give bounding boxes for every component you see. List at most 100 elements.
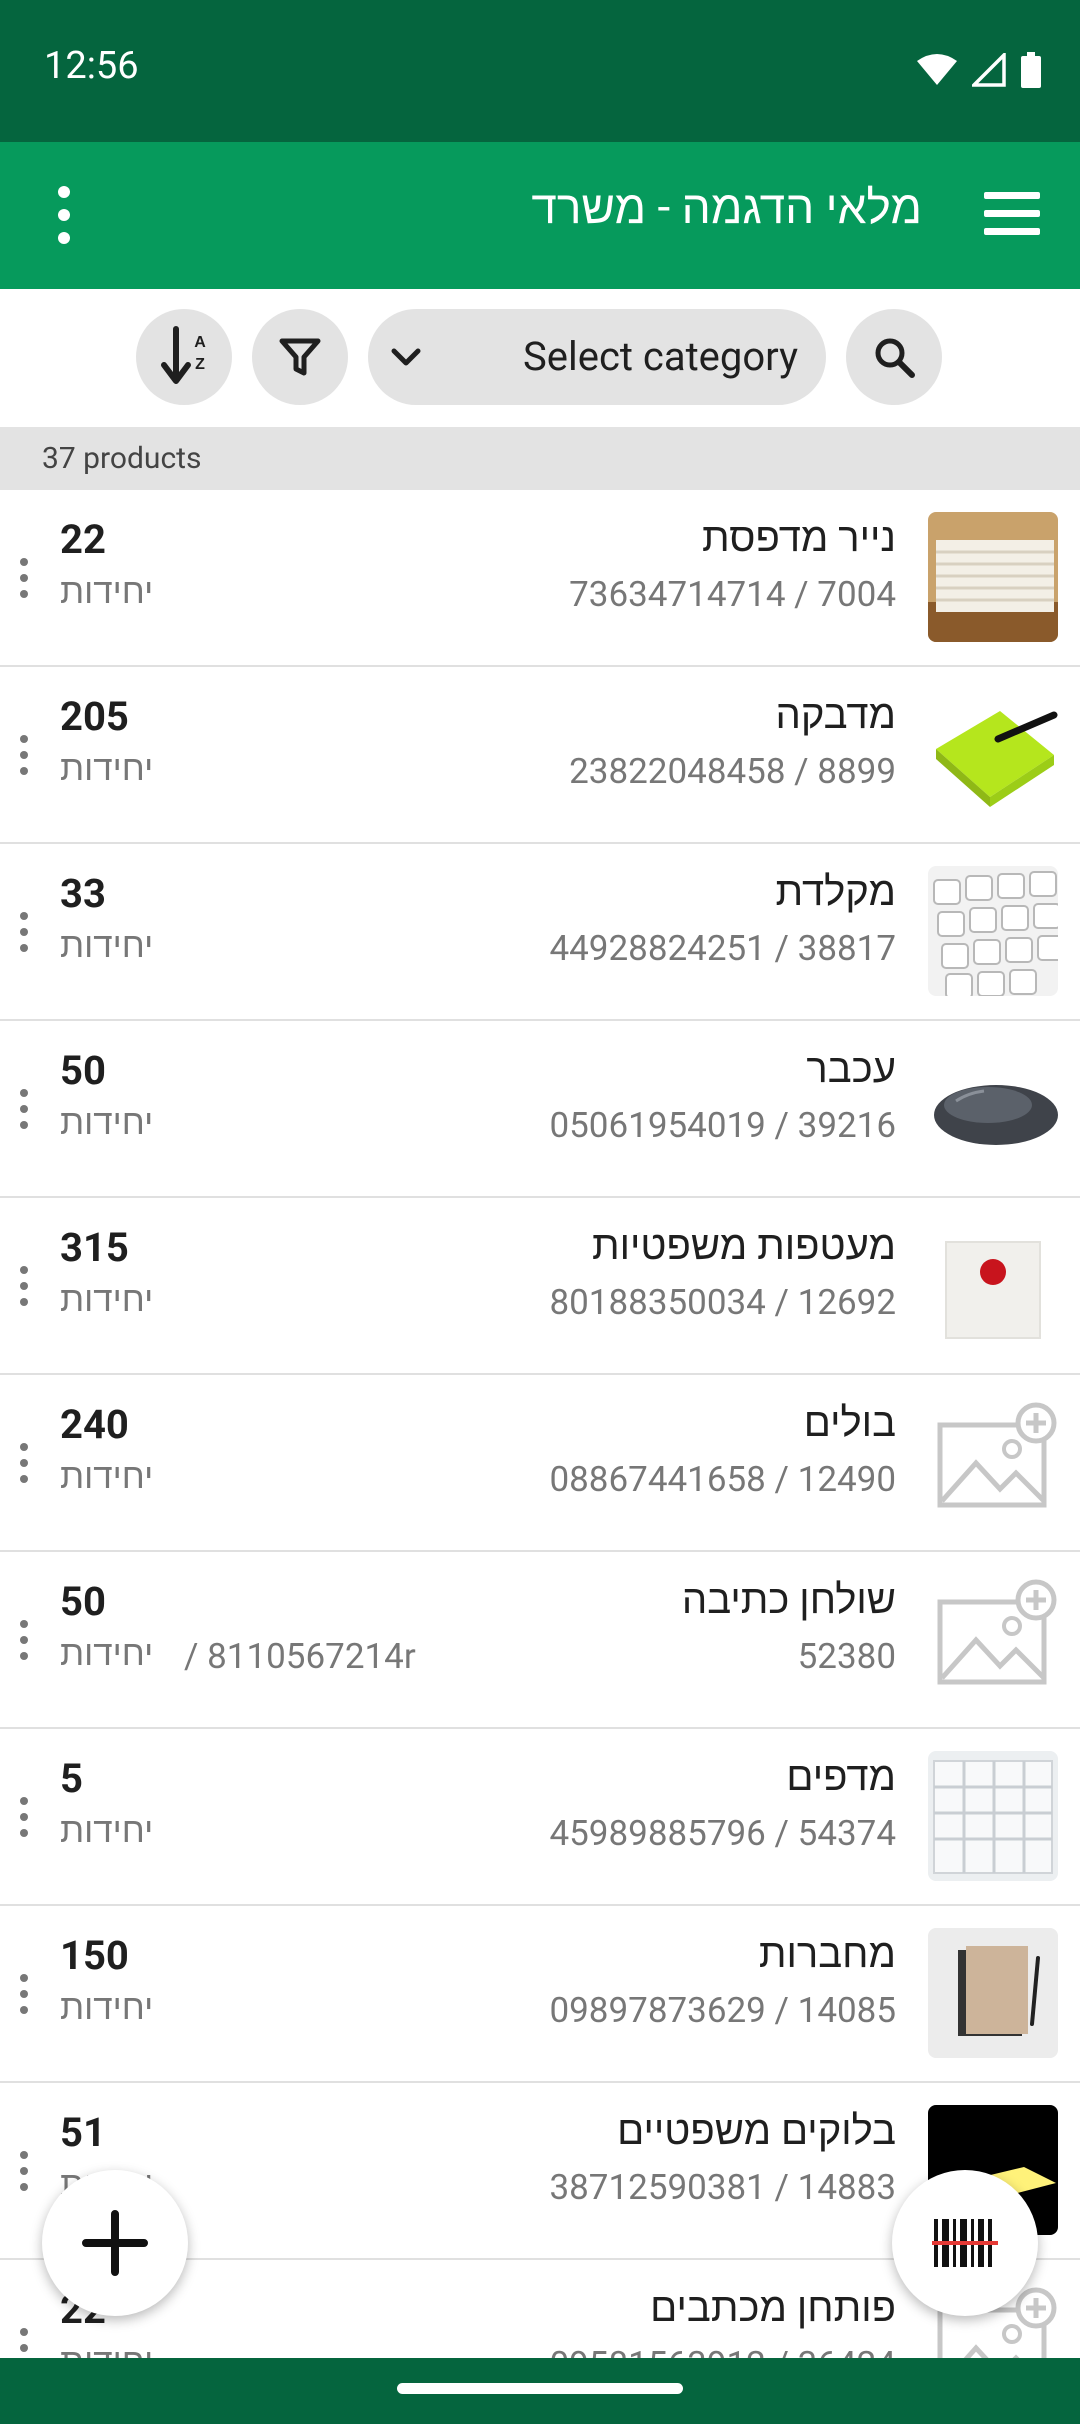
product-quantity: 50 <box>60 1047 106 1094</box>
wifi-icon <box>917 54 957 85</box>
svg-text:Z: Z <box>195 356 205 373</box>
product-unit: יחידות <box>60 748 154 789</box>
product-quantity: 240 <box>60 1401 129 1448</box>
product-name: מדפים <box>786 1753 896 1800</box>
filter-button[interactable] <box>252 309 348 405</box>
product-image-notebook[interactable] <box>928 1928 1058 2058</box>
product-name: מקלדת <box>775 868 897 915</box>
add-product-button[interactable] <box>42 2170 188 2316</box>
home-gesture-handle[interactable] <box>397 2383 683 2394</box>
product-quantity: 51 <box>60 2109 106 2156</box>
product-codes: 45989885796 / 54374 <box>549 1813 896 1854</box>
product-name: בלוקים משפטיים <box>617 2107 896 2154</box>
row-options-icon[interactable] <box>14 556 34 600</box>
search-button[interactable] <box>846 309 942 405</box>
product-row[interactable]: 50 יחידות עכבר 05061954019 / 39216 <box>0 1021 1080 1198</box>
product-row[interactable]: 5 יחידות מדפים 45989885796 / 54374 <box>0 1729 1080 1906</box>
filter-icon <box>279 338 321 376</box>
product-row[interactable]: 205 יחידות מדבקה 23822048458 / 8899 <box>0 667 1080 844</box>
product-unit: יחידות <box>60 1633 154 1674</box>
row-options-icon[interactable] <box>14 1618 34 1662</box>
product-codes: 09581563912 / 36424 <box>549 2344 896 2358</box>
product-name: מדבקה <box>775 691 896 738</box>
product-unit: יחידות <box>60 925 154 966</box>
status-bar: 12:56 <box>0 0 1080 142</box>
status-time: 12:56 <box>44 44 139 88</box>
product-quantity: 50 <box>60 1578 106 1625</box>
product-quantity: 33 <box>60 870 106 917</box>
product-image-mouse[interactable] <box>928 1043 1058 1173</box>
product-name: עכבר <box>806 1045 896 1092</box>
product-unit: יחידות <box>60 1279 154 1320</box>
product-unit: יחידות <box>60 1810 154 1851</box>
product-unit: יחידות <box>60 1102 154 1143</box>
row-options-icon[interactable] <box>14 2326 34 2358</box>
product-codes: 23822048458 / 8899 <box>569 751 896 792</box>
product-code-extra: / 8110567214r <box>184 1636 416 1677</box>
row-options-icon[interactable] <box>14 1087 34 1131</box>
product-unit: יחידות <box>60 1987 154 2028</box>
sort-button[interactable]: A Z <box>136 309 232 405</box>
product-count-bar: 37 products <box>0 427 1080 490</box>
row-options-icon[interactable] <box>14 1441 34 1485</box>
row-options-icon[interactable] <box>14 1264 34 1308</box>
hamburger-menu-icon[interactable] <box>982 184 1042 244</box>
product-image-sticky-note[interactable] <box>928 689 1058 819</box>
row-options-icon[interactable] <box>14 2149 34 2193</box>
plus-icon <box>82 2210 148 2276</box>
product-quantity: 22 <box>60 516 106 563</box>
product-quantity: 315 <box>60 1224 129 1271</box>
chevron-down-icon <box>391 348 421 366</box>
product-codes: 52380 <box>797 1636 896 1677</box>
product-list: 22 יחידות נייר מדפסת 73634714714 / 7004 205 י… <box>0 490 1080 2358</box>
product-row[interactable]: 315 יחידות מעטפות משפטיות 80188350034 / 126… <box>0 1198 1080 1375</box>
product-image-envelope[interactable] <box>928 1220 1058 1350</box>
product-quantity: 205 <box>60 693 129 740</box>
product-name: מחברות <box>758 1930 896 1977</box>
row-options-icon[interactable] <box>14 910 34 954</box>
product-image-keyboard[interactable] <box>928 866 1058 996</box>
search-icon <box>875 338 915 378</box>
product-row[interactable]: 22 יחידות נייר מדפסת 73634714714 / 7004 <box>0 490 1080 667</box>
product-name: נייר מדפסת <box>702 514 896 561</box>
product-image-placeholder[interactable] <box>928 1397 1058 1527</box>
more-options-icon[interactable] <box>42 182 86 248</box>
product-quantity: 5 <box>60 1755 83 1802</box>
svg-text:A: A <box>194 334 206 351</box>
status-icons <box>916 52 1042 88</box>
product-codes: 05061954019 / 39216 <box>549 1105 896 1146</box>
product-row[interactable]: 50 יחידות שולחן כתיבה 52380 / 8110567214r <box>0 1552 1080 1729</box>
product-row[interactable]: 240 יחידות בולים 08867441658 / 12490 <box>0 1375 1080 1552</box>
product-codes: 80188350034 / 12692 <box>549 1282 896 1323</box>
sort-az-icon: A Z <box>161 326 206 384</box>
category-select[interactable]: Select category <box>368 309 826 405</box>
product-unit: יחידות <box>60 2341 153 2358</box>
product-count: 37 products <box>42 441 202 476</box>
product-unit: יחידות <box>60 571 154 612</box>
system-navigation-bar <box>0 2358 1080 2424</box>
row-options-icon[interactable] <box>14 1972 34 2016</box>
barcode-scan-button[interactable] <box>892 2170 1038 2316</box>
product-image-paper-stack[interactable] <box>928 512 1058 642</box>
product-codes: 73634714714 / 7004 <box>569 574 896 615</box>
row-options-icon[interactable] <box>14 1795 34 1839</box>
battery-icon <box>1021 52 1041 88</box>
product-name: פותחן מכתבים <box>650 2284 896 2331</box>
product-name: שולחן כתיבה <box>681 1576 896 1623</box>
filter-toolbar: A Z Select category <box>0 289 1080 427</box>
product-name: בולים <box>803 1399 896 1446</box>
product-codes: 38712590381 / 14883 <box>549 2167 896 2208</box>
product-quantity: 150 <box>60 1932 129 1979</box>
product-codes: 08867441658 / 12490 <box>549 1459 896 1500</box>
product-row[interactable]: 150 יחידות מחברות 09897873629 / 14085 <box>0 1906 1080 2083</box>
product-row[interactable]: 33 יחידות מקלדת 44928824251 / 38817 <box>0 844 1080 1021</box>
product-codes: 09897873629 / 14085 <box>549 1990 896 2031</box>
app-bar: מלאי הדגמה - משרד <box>0 142 1080 289</box>
product-codes: 44928824251 / 38817 <box>549 928 896 969</box>
row-options-icon[interactable] <box>14 733 34 777</box>
page-title: מלאי הדגמה - משרד <box>531 181 922 235</box>
category-select-label: Select category <box>523 333 798 380</box>
product-image-placeholder[interactable] <box>928 1574 1058 1704</box>
product-image-shelves[interactable] <box>928 1751 1058 1881</box>
signal-icon <box>972 53 1006 87</box>
